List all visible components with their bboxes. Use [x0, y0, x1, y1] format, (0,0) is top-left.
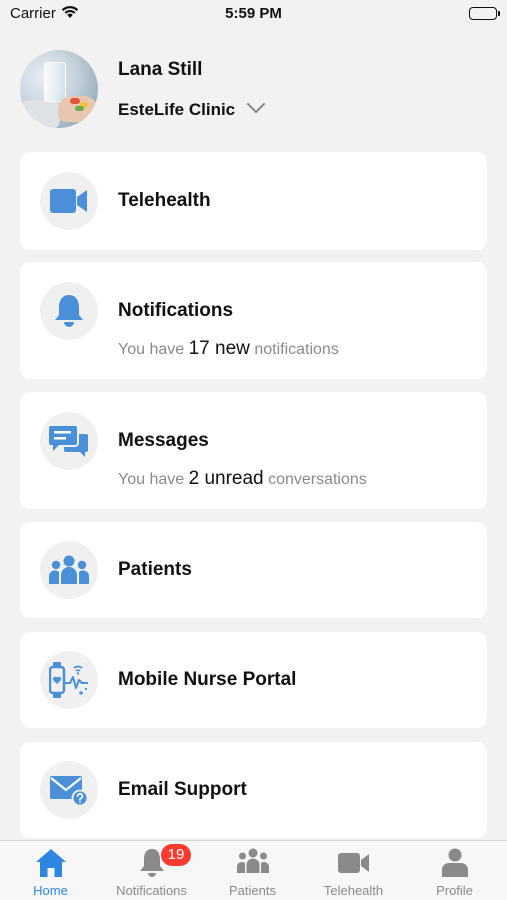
- messages-suffix: conversations: [268, 471, 367, 488]
- tab-home-label: Home: [33, 883, 68, 898]
- mobile-nurse-portal-card[interactable]: Mobile Nurse Portal: [20, 632, 487, 728]
- user-icon: [441, 848, 468, 883]
- clinic-name: EsteLife Clinic: [118, 100, 236, 119]
- email-support-card[interactable]: Email Support: [20, 742, 487, 838]
- notifications-summary: You have 17 new notifications: [118, 338, 339, 360]
- tab-telehealth[interactable]: Telehealth: [303, 841, 404, 900]
- smartwatch-heartbeat-icon: [40, 651, 98, 709]
- video-camera-icon: [337, 852, 370, 879]
- tab-notifications[interactable]: 19 Notifications: [101, 841, 202, 900]
- people-group-icon: [40, 541, 98, 599]
- messages-count: 2 unread: [188, 468, 264, 489]
- notifications-card[interactable]: Notifications You have 17 new notificati…: [20, 262, 487, 379]
- messages-card[interactable]: Messages You have 2 unread conversations: [20, 392, 487, 509]
- envelope-help-icon: [40, 761, 98, 819]
- tab-patients[interactable]: Patients: [202, 841, 303, 900]
- video-camera-icon: [40, 172, 98, 230]
- avatar[interactable]: [20, 50, 98, 128]
- home-icon: [35, 848, 67, 883]
- notifications-suffix: notifications: [254, 341, 339, 358]
- tab-notifications-label: Notifications: [116, 883, 187, 898]
- chat-bubbles-icon: [40, 412, 98, 470]
- notifications-badge: 19: [161, 844, 191, 866]
- people-group-icon: [236, 848, 269, 879]
- tab-profile-label: Profile: [436, 883, 473, 898]
- messages-prefix: You have: [118, 471, 185, 488]
- tab-patients-label: Patients: [229, 883, 276, 898]
- email-support-title: Email Support: [118, 779, 247, 800]
- messages-title: Messages: [118, 430, 209, 451]
- notifications-prefix: You have: [118, 341, 185, 358]
- bell-icon: [40, 282, 98, 340]
- patients-title: Patients: [118, 559, 192, 580]
- status-bar: Carrier 5:59 PM: [0, 0, 507, 30]
- messages-summary: You have 2 unread conversations: [118, 468, 367, 490]
- tab-telehealth-label: Telehealth: [323, 883, 384, 898]
- chevron-down-icon: [247, 100, 266, 118]
- telehealth-title: Telehealth: [118, 190, 211, 211]
- battery-icon: [469, 7, 500, 20]
- clock: 5:59 PM: [225, 5, 282, 22]
- notifications-count: 17 new: [188, 338, 250, 359]
- tab-home[interactable]: Home: [0, 841, 101, 900]
- telehealth-card[interactable]: Telehealth: [20, 152, 487, 250]
- tab-bar: Home 19 Notifications Patients Telehealt…: [0, 840, 507, 900]
- user-name: Lana Still: [118, 59, 203, 80]
- notifications-title: Notifications: [118, 300, 234, 321]
- tab-profile[interactable]: Profile: [404, 841, 505, 900]
- mobile-nurse-portal-title: Mobile Nurse Portal: [118, 669, 297, 690]
- clinic-selector[interactable]: EsteLife Clinic: [118, 100, 266, 120]
- patients-card[interactable]: Patients: [20, 522, 487, 618]
- profile-header: Lana Still EsteLife Clinic: [20, 50, 480, 128]
